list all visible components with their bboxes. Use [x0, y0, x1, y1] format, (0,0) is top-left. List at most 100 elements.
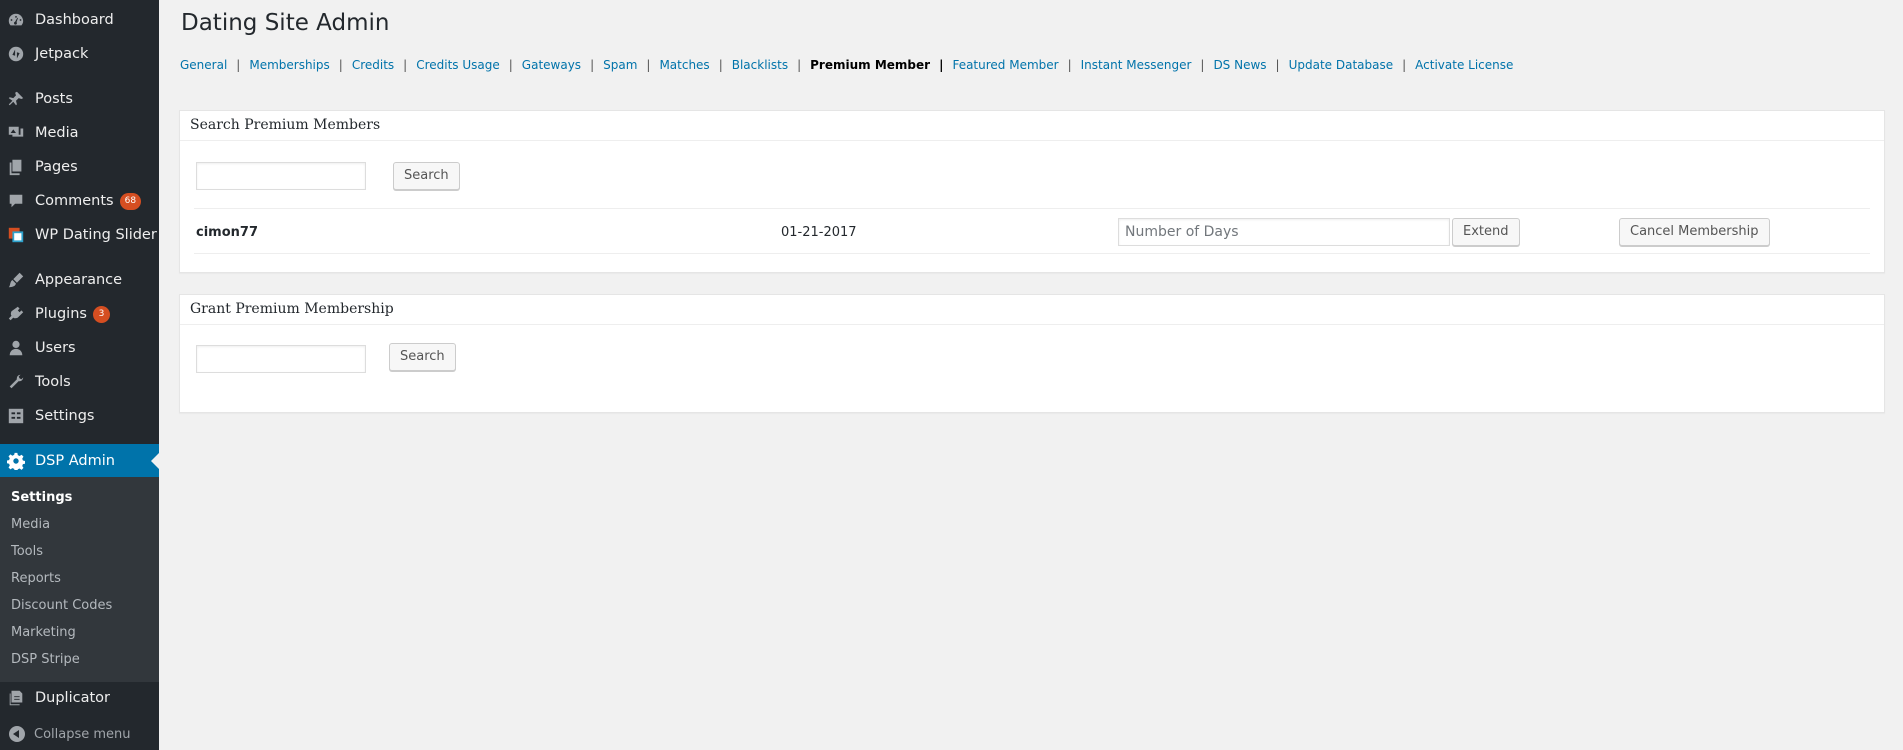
admin-tab-nav: General | Memberships | Credits | Credits Usag…: [180, 58, 1513, 72]
collapse-menu-button[interactable]: Collapse menu: [0, 722, 159, 746]
tab-separator: |: [718, 58, 723, 72]
submenu-item-discount-codes[interactable]: Discount Codes: [11, 598, 112, 613]
submenu-item-tools[interactable]: Tools: [11, 544, 43, 559]
tab-separator: |: [508, 58, 513, 72]
submenu-item-dsp-stripe[interactable]: DSP Stripe: [11, 652, 80, 667]
sidebar-item-label: Plugins: [35, 306, 87, 322]
tab-separator: |: [797, 58, 802, 72]
sidebar-item-label: Comments: [35, 193, 114, 209]
submenu-item-marketing[interactable]: Marketing: [11, 625, 76, 640]
tab-featured-member[interactable]: Featured Member: [952, 58, 1058, 72]
tab-separator: |: [1200, 58, 1205, 72]
sidebar-item-appearance[interactable]: Appearance: [0, 263, 159, 297]
member-search-button[interactable]: Search: [393, 162, 460, 190]
sidebar-item-comments[interactable]: Comments 68: [0, 184, 159, 218]
sidebar-item-label: Duplicator: [35, 690, 110, 706]
page-title: Dating Site Admin: [181, 10, 390, 36]
main-content: Dating Site Admin General | Memberships | Cr…: [159, 0, 1903, 750]
duplicator-icon: [6, 688, 26, 708]
slider-icon: [6, 225, 26, 245]
grant-premium-membership-panel: Grant Premium Membership Search: [179, 294, 1885, 413]
membership-expiry-date: 01-21-2017: [781, 225, 857, 240]
sidebar-item-duplicator[interactable]: Duplicator: [0, 681, 159, 715]
pages-icon: [6, 157, 26, 177]
collapse-arrow-icon: [9, 726, 25, 742]
sidebar-item-posts[interactable]: Posts: [0, 82, 159, 116]
plugins-update-badge: 3: [92, 305, 110, 323]
sidebar-item-dsp-admin[interactable]: DSP Admin: [0, 444, 159, 478]
media-icon: [6, 123, 26, 143]
tab-separator: |: [403, 58, 408, 72]
member-search-input[interactable]: [196, 162, 366, 190]
panel-title: Grant Premium Membership: [180, 295, 1884, 325]
admin-sidebar: Dashboard Jetpack Posts Media Pages Comm…: [0, 0, 159, 750]
tab-blacklists[interactable]: Blacklists: [732, 58, 788, 72]
dashboard-icon: [6, 10, 26, 30]
submenu-item-reports[interactable]: Reports: [11, 571, 61, 586]
tab-gateways[interactable]: Gateways: [522, 58, 581, 72]
tab-ds-news[interactable]: DS News: [1213, 58, 1266, 72]
sidebar-item-label: Media: [35, 125, 79, 141]
pin-icon: [6, 89, 26, 109]
tab-separator: |: [338, 58, 343, 72]
tab-matches[interactable]: Matches: [659, 58, 709, 72]
row-divider: [194, 208, 1870, 209]
sidebar-item-label: Tools: [35, 374, 71, 390]
sidebar-item-jetpack[interactable]: Jetpack: [0, 37, 159, 71]
sidebar-item-plugins[interactable]: Plugins 3: [0, 297, 159, 331]
sidebar-item-dashboard[interactable]: Dashboard: [0, 3, 159, 37]
gear-icon: [6, 451, 26, 471]
jetpack-icon: [6, 44, 26, 64]
dsp-admin-submenu: Settings Media Tools Reports Discount Co…: [0, 477, 159, 682]
tab-update-database[interactable]: Update Database: [1289, 58, 1394, 72]
sidebar-item-label: WP Dating Slider: [35, 227, 157, 243]
tab-instant-messenger[interactable]: Instant Messenger: [1081, 58, 1192, 72]
tab-separator: |: [1067, 58, 1072, 72]
tab-credits-usage[interactable]: Credits Usage: [416, 58, 500, 72]
cancel-membership-button[interactable]: Cancel Membership: [1619, 218, 1770, 246]
comment-icon: [6, 191, 26, 211]
tab-credits[interactable]: Credits: [352, 58, 394, 72]
sidebar-item-label: Appearance: [35, 272, 123, 288]
tab-spam[interactable]: Spam: [603, 58, 637, 72]
member-username: cimon77: [196, 225, 258, 240]
tab-general[interactable]: General: [180, 58, 227, 72]
plugin-icon: [6, 304, 26, 324]
grant-search-input[interactable]: [196, 345, 366, 373]
sidebar-item-label: Dashboard: [35, 12, 114, 28]
tab-separator: |: [1275, 58, 1280, 72]
collapse-menu-label: Collapse menu: [34, 726, 131, 742]
sidebar-item-settings[interactable]: Settings: [0, 399, 159, 433]
tab-activate-license[interactable]: Activate License: [1415, 58, 1513, 72]
extend-button[interactable]: Extend: [1452, 218, 1520, 246]
sidebar-item-users[interactable]: Users: [0, 331, 159, 365]
sidebar-item-label: DSP Admin: [35, 453, 115, 469]
search-premium-members-panel: Search Premium Members Search cimon77 01…: [179, 110, 1885, 273]
comments-count-badge: 68: [119, 192, 142, 210]
grant-search-button[interactable]: Search: [389, 343, 456, 371]
tab-separator: |: [236, 58, 241, 72]
tab-separator: |: [939, 58, 944, 72]
tab-separator: |: [646, 58, 651, 72]
sidebar-item-label: Posts: [35, 91, 73, 107]
sidebar-item-label: Settings: [35, 408, 95, 424]
tab-premium-member[interactable]: Premium Member: [810, 58, 930, 72]
row-divider: [194, 253, 1870, 254]
panel-title: Search Premium Members: [180, 111, 1884, 141]
sidebar-item-wp-dating-slider[interactable]: WP Dating Slider: [0, 218, 159, 252]
user-icon: [6, 338, 26, 358]
sidebar-item-tools[interactable]: Tools: [0, 365, 159, 399]
sidebar-item-media[interactable]: Media: [0, 116, 159, 150]
submenu-item-media[interactable]: Media: [11, 517, 50, 532]
sidebar-item-pages[interactable]: Pages: [0, 150, 159, 184]
submenu-item-settings[interactable]: Settings: [11, 490, 72, 505]
number-of-days-input[interactable]: [1118, 218, 1450, 246]
brush-icon: [6, 270, 26, 290]
tab-separator: |: [1402, 58, 1407, 72]
tab-memberships[interactable]: Memberships: [249, 58, 329, 72]
wrench-icon: [6, 372, 26, 392]
sidebar-item-label: Pages: [35, 159, 78, 175]
sidebar-item-label: Users: [35, 340, 76, 356]
settings-icon: [6, 406, 26, 426]
sidebar-item-label: Jetpack: [35, 46, 89, 62]
